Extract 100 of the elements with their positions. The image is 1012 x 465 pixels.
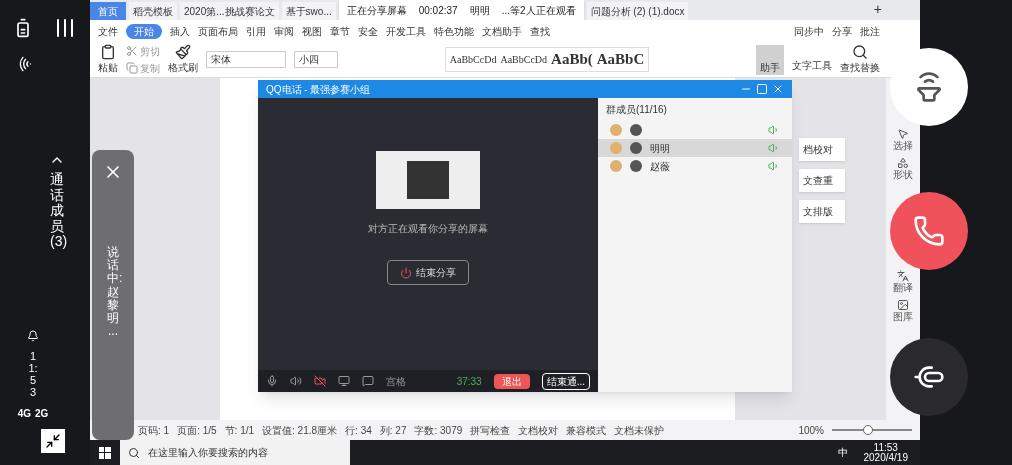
member-name: 明明 [650, 141, 670, 156]
menu-action[interactable]: 分享 [832, 23, 852, 39]
side-panel-button[interactable]: 文查重 [799, 169, 845, 192]
find-replace-button[interactable]: 查找替换 [840, 44, 880, 75]
assistant-button[interactable]: 助手 [756, 44, 784, 75]
taskbar-time: 11:53 [873, 442, 898, 453]
menu-item[interactable]: 查找 [530, 23, 550, 39]
avatar [630, 142, 642, 154]
members-title: 群成员(11/16) [605, 103, 668, 117]
side-tool[interactable]: 形状 [893, 157, 913, 180]
tool-icon [897, 270, 909, 282]
menu-item[interactable]: 文件 [98, 23, 118, 39]
document-tab[interactable]: 2020第...挑战赛论文 [180, 2, 279, 20]
grid-button[interactable]: 宫格 [386, 373, 406, 389]
style-preview[interactable]: AaBbCcDd [500, 52, 548, 67]
search-icon [852, 44, 868, 60]
document-tab[interactable]: 问题分析 (2) (1).docx [586, 2, 689, 20]
menu-item[interactable]: 视图 [302, 23, 322, 39]
style-preview[interactable]: AaBbC [596, 48, 645, 71]
chat-icon[interactable] [362, 375, 374, 387]
menu-item[interactable]: 审阅 [274, 23, 294, 39]
font-field[interactable]: 宋体 [206, 51, 286, 68]
speaking-icon [768, 160, 780, 172]
user-icon [610, 124, 622, 136]
size-field[interactable]: 小四 [294, 51, 338, 68]
menu-action[interactable]: 批注 [860, 23, 880, 39]
close-icon[interactable] [772, 83, 784, 95]
user-icon [610, 160, 622, 172]
viewers-note: ...等2人正在观看 [501, 3, 576, 18]
document-tab[interactable]: 基于swo... [281, 2, 336, 20]
phone-icon [913, 215, 945, 247]
new-tab-button[interactable]: + [873, 0, 882, 20]
status-item: 行: 34 [345, 423, 372, 438]
menu-item[interactable]: 引用 [246, 23, 266, 39]
power-icon [400, 266, 412, 279]
avatar [630, 124, 642, 136]
status-item: 页码: 1 [138, 423, 170, 438]
avatar [630, 160, 642, 172]
end-call-button[interactable]: 结束通... [541, 372, 590, 390]
bell-icon [27, 329, 39, 342]
document-tab[interactable]: 稻壳模板 [129, 2, 177, 20]
menu-item[interactable]: 文档助手 [482, 23, 522, 39]
menu-action[interactable]: 同步中 [794, 23, 824, 39]
menu-item[interactable]: 开始 [126, 23, 162, 39]
document-tab[interactable]: 首页 [90, 2, 126, 20]
member-row[interactable]: 赵薇 [598, 157, 792, 175]
tool-icon [897, 128, 909, 140]
status-item: 文档未保护 [614, 423, 665, 438]
status-item: 列: 27 [379, 423, 407, 438]
brush-icon [175, 44, 191, 60]
style-preview[interactable]: AaBbCcDd [449, 52, 497, 67]
member-row[interactable]: 明明 [598, 139, 792, 157]
speaking-icon [768, 124, 780, 136]
style-preview[interactable]: AaBb( [551, 48, 593, 71]
camera-off-icon[interactable] [314, 375, 326, 387]
status-item: 兼容模式 [566, 423, 607, 438]
paste-button[interactable]: 粘贴 [98, 44, 118, 75]
windows-logo-icon [99, 446, 111, 459]
search-icon [128, 446, 140, 459]
menu-item[interactable]: 页面布局 [198, 23, 238, 39]
screen-share-icon[interactable] [338, 375, 350, 387]
network-label: 4G [17, 407, 31, 421]
network-label: 2G [35, 407, 49, 421]
minimize-icon [45, 433, 61, 449]
zoom-level: 100% [798, 423, 824, 438]
menu-item[interactable]: 插入 [170, 23, 190, 39]
status-item: 设置值: 21.8厘米 [262, 423, 338, 438]
call-timer: 37:33 [456, 374, 482, 389]
menu-item[interactable]: 特色功能 [434, 23, 474, 39]
copy-icon [126, 62, 138, 74]
status-item: 文档校对 [518, 423, 559, 438]
minimize-button[interactable] [41, 429, 65, 453]
status-item: 拼写检查 [470, 423, 511, 438]
menu-item[interactable]: 开发工具 [386, 23, 426, 39]
taskbar-search-field[interactable]: 在这里输入你要搜索的内容 [120, 440, 350, 465]
clipboard-icon [100, 44, 116, 60]
status-item: 节: 1/1 [224, 423, 255, 438]
menu-item[interactable]: 章节 [330, 23, 350, 39]
text-tools-button[interactable]: 文字工具 [792, 58, 832, 73]
taskbar-date: 2020/4/19 [863, 452, 908, 463]
side-panel-button[interactable]: 档校对 [799, 138, 845, 161]
maximize-icon[interactable] [756, 83, 768, 95]
wifi-icon [17, 56, 33, 72]
side-tool[interactable]: 选择 [893, 128, 913, 151]
phone-time: 11:53 [27, 349, 39, 398]
format-painter-button[interactable]: 格式刷 [168, 44, 198, 75]
speaking-icon [768, 142, 780, 154]
side-tool[interactable]: 翻译 [893, 270, 913, 293]
status-item: 页面: 1/5 [177, 423, 217, 438]
zoom-slider-thumb[interactable] [863, 425, 873, 435]
ime-indicator[interactable]: 中 [837, 445, 848, 460]
window-title: QQ电话 - 最强参赛小组 [266, 82, 371, 97]
share-duration: 00:02:37 [418, 3, 458, 18]
side-tool[interactable]: 图库 [893, 299, 913, 322]
menu-item[interactable]: 安全 [358, 23, 378, 39]
share-notice: 对方正在观看你分享的屏幕 [368, 222, 488, 236]
side-panel-button[interactable]: 文排版 [799, 200, 845, 223]
user-icon [610, 142, 622, 154]
stop-share-button[interactable]: 结束分享 [387, 260, 469, 285]
speaker-icon[interactable] [290, 375, 302, 387]
